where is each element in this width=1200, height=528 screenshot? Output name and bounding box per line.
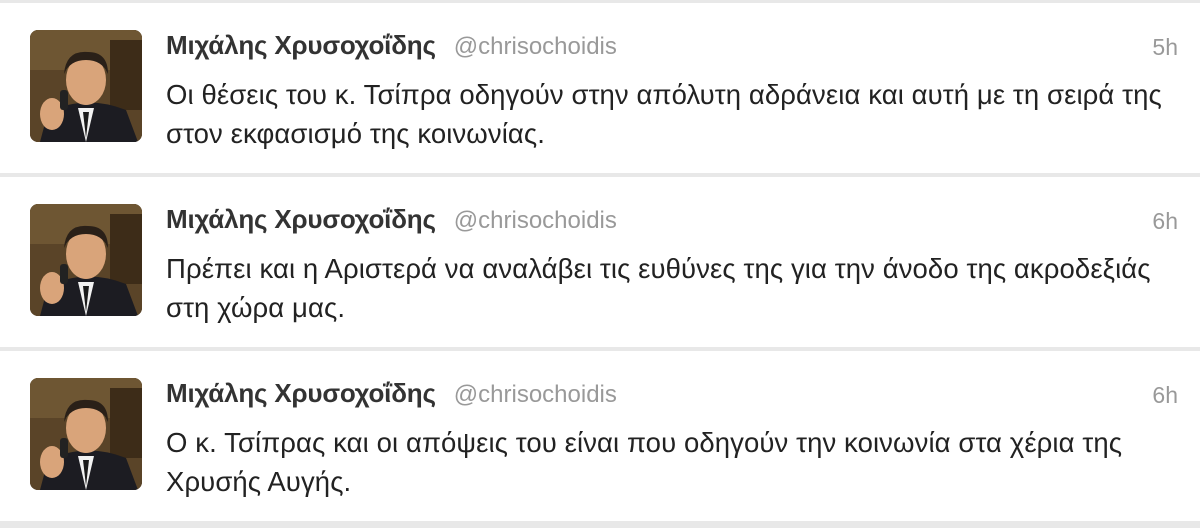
tweet-header: Μιχάλης Χρυσοχοΐδης @chrisochoidis 6h: [166, 204, 1178, 244]
tweet-text: Οι θέσεις του κ. Τσίπρα οδηγούν στην από…: [166, 79, 1162, 149]
author-handle[interactable]: @chrisochoidis: [454, 33, 617, 60]
author-name[interactable]: Μιχάλης Χρυσοχοΐδης: [166, 378, 436, 408]
avatar[interactable]: [30, 204, 142, 316]
tweet[interactable]: Μιχάλης Χρυσοχοΐδης @chrisochoidis 6h Ο κ…: [0, 351, 1200, 521]
tweet-header: Μιχάλης Χρυσοχοΐδης @chrisochoidis 5h: [166, 30, 1178, 70]
avatar-photo: [30, 30, 142, 142]
timestamp[interactable]: 6h: [1152, 382, 1178, 409]
author-handle[interactable]: @chrisochoidis: [454, 207, 617, 234]
timestamp[interactable]: 5h: [1152, 34, 1178, 61]
tweet-text: Ο κ. Τσίπρας και οι απόψεις του είναι πο…: [166, 427, 1123, 497]
tweet[interactable]: Μιχάλης Χρυσοχοΐδης @chrisochoidis 6h Πρέ…: [0, 177, 1200, 347]
author-handle[interactable]: @chrisochoidis: [454, 381, 617, 408]
timestamp[interactable]: 6h: [1152, 208, 1178, 235]
author-name[interactable]: Μιχάλης Χρυσοχοΐδης: [166, 30, 436, 60]
avatar-photo: [30, 204, 142, 316]
tweet-header: Μιχάλης Χρυσοχοΐδης @chrisochoidis 6h: [166, 378, 1178, 418]
avatar[interactable]: [30, 30, 142, 142]
tweet-text: Πρέπει και η Αριστερά να αναλάβει τις ευ…: [166, 253, 1151, 323]
author-name[interactable]: Μιχάλης Χρυσοχοΐδης: [166, 204, 436, 234]
tweet-timeline: Μιχάλης Χρυσοχοΐδης @chrisochoidis 5h Οι …: [0, 0, 1200, 528]
avatar[interactable]: [30, 378, 142, 490]
tweet[interactable]: Μιχάλης Χρυσοχοΐδης @chrisochoidis 5h Οι …: [0, 3, 1200, 173]
avatar-photo: [30, 378, 142, 490]
